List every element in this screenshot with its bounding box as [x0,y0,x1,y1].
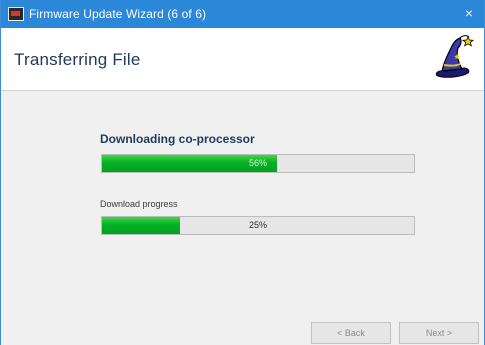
download-progress-label: Download progress [100,199,178,209]
back-button[interactable]: < Back [311,322,391,344]
coprocessor-progress-percent: 56% [248,158,267,168]
download-progress-bar: 25% [101,216,415,235]
page-title: Transferring File [14,50,141,69]
coprocessor-label: Downloading co-processor [100,132,255,146]
download-progress-percent: 25% [248,220,267,230]
next-button[interactable]: Next > [399,322,479,344]
wizard-header: Transferring File [1,28,484,91]
wizard-window: Firmware Update Wizard (6 of 6) × Transf… [0,0,485,345]
title-bar[interactable]: Firmware Update Wizard (6 of 6) × [1,0,484,28]
close-button[interactable]: × [460,4,478,22]
app-icon [8,7,24,21]
window-title: Firmware Update Wizard (6 of 6) [29,7,207,21]
coprocessor-progress-bar: 56% [101,154,415,173]
wizard-hat-icon [435,35,475,78]
